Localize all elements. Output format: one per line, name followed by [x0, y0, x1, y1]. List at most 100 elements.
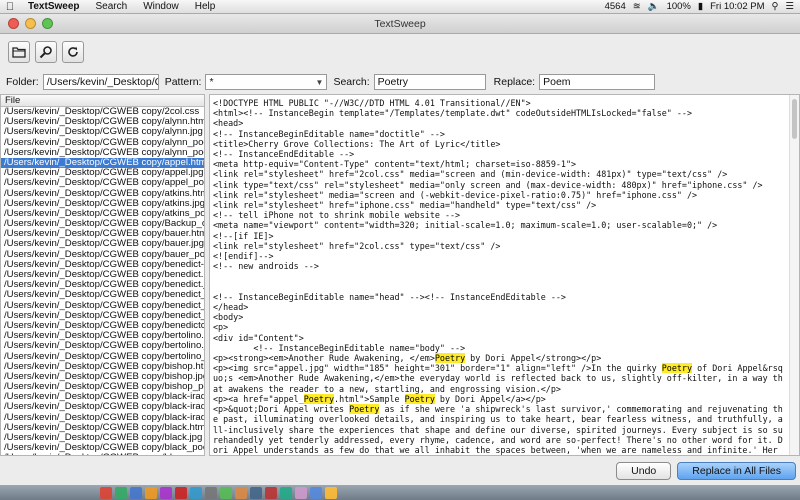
- code-line: <!-- new androids -->: [213, 261, 786, 271]
- file-list-item[interactable]: /Users/kevin/_Desktop/CGWEB copy/2col.cs…: [1, 107, 204, 117]
- file-list-item[interactable]: /Users/kevin/_Desktop/CGWEB copy/benedic…: [1, 280, 204, 290]
- search-field[interactable]: Poetry: [373, 74, 486, 90]
- file-list-item[interactable]: /Users/kevin/_Desktop/CGWEB copy/bauer.j…: [1, 239, 204, 249]
- folder-field[interactable]: /Users/kevin/_Desktop/CGW: [42, 74, 159, 90]
- file-list-item[interactable]: /Users/kevin/_Desktop/CGWEB copy/black-i…: [1, 413, 204, 423]
- code-line: <html><!-- InstanceBegin template="/Temp…: [213, 108, 786, 118]
- file-column-header[interactable]: File: [1, 95, 204, 107]
- search-button[interactable]: [35, 41, 57, 63]
- code-line: <!DOCTYPE HTML PUBLIC "-//W3C//DTD HTML …: [213, 98, 786, 108]
- code-text: <p>: [213, 322, 229, 333]
- file-list-item[interactable]: /Users/kevin/_Desktop/CGWEB copy/bauer_p…: [1, 250, 204, 260]
- file-list-item[interactable]: /Users/kevin/_Desktop/CGWEB copy/bertoli…: [1, 352, 204, 362]
- code-text: <!DOCTYPE HTML PUBLIC "-//W3C//DTD HTML …: [213, 98, 531, 108]
- file-list-item[interactable]: /Users/kevin/_Desktop/CGWEB copy/alynn.h…: [1, 117, 204, 127]
- file-list-item[interactable]: /Users/kevin/_Desktop/CGWEB copy/benedic…: [1, 301, 204, 311]
- file-list-item[interactable]: /Users/kevin/_Desktop/CGWEB copy/black-i…: [1, 402, 204, 412]
- code-line: <head>: [213, 118, 786, 128]
- refresh-button[interactable]: [62, 41, 84, 63]
- dock-app-icon[interactable]: [295, 486, 307, 499]
- file-list-item[interactable]: /Users/kevin/_Desktop/CGWEB copy/alynn_p…: [1, 138, 204, 148]
- file-list-item[interactable]: /Users/kevin/_Desktop/CGWEB copy/bishop.…: [1, 372, 204, 382]
- code-text: <!--[if IE]>: [213, 230, 274, 241]
- dock-app-icon[interactable]: [235, 486, 247, 499]
- file-list-item[interactable]: /Users/kevin/_Desktop/CGWEB copy/alynn_p…: [1, 148, 204, 158]
- folder-label: Folder:: [6, 76, 39, 88]
- search-match-highlight: Poetry: [303, 393, 335, 404]
- volume-icon[interactable]: 🔈: [648, 1, 660, 12]
- file-list-item[interactable]: /Users/kevin/_Desktop/CGWEB copy/alynn.j…: [1, 127, 204, 137]
- file-list-item[interactable]: /Users/kevin/_Desktop/CGWEB copy/benedic…: [1, 270, 204, 280]
- open-folder-button[interactable]: [8, 41, 30, 63]
- file-list-item[interactable]: /Users/kevin/_Desktop/CGWEB copy/bertoli…: [1, 341, 204, 351]
- notification-icon[interactable]: ☰: [785, 1, 794, 12]
- file-list-item[interactable]: /Users/kevin/_Desktop/CGWEB copy/bishop.…: [1, 362, 204, 372]
- menu-search[interactable]: Search: [88, 1, 136, 12]
- file-list-item[interactable]: /Users/kevin/_Desktop/CGWEB copy/appel.h…: [1, 157, 204, 169]
- code-line: <p><strong><em>Another Rude Awakening, <…: [213, 353, 786, 364]
- file-list-item[interactable]: /Users/kevin/_Desktop/CGWEB copy/black.j…: [1, 433, 204, 443]
- file-list-item[interactable]: /Users/kevin/_Desktop/CGWEB copy/appel.j…: [1, 168, 204, 178]
- file-list-item[interactable]: /Users/kevin/_Desktop/CGWEB copy/atkins_…: [1, 209, 204, 219]
- file-list[interactable]: /Users/kevin/_Desktop/CGWEB copy/2col.cs…: [1, 107, 204, 455]
- file-list-item[interactable]: /Users/kevin/_Desktop/CGWEB copy/atkins.…: [1, 189, 204, 199]
- code-view[interactable]: <!DOCTYPE HTML PUBLIC "-//W3C//DTD HTML …: [210, 95, 789, 455]
- action-bar: Undo Replace in All Files: [0, 456, 800, 485]
- dock-app-icon[interactable]: [130, 486, 142, 499]
- file-list-item[interactable]: /Users/kevin/_Desktop/CGWEB copy/benedic…: [1, 290, 204, 300]
- file-list-item[interactable]: /Users/kevin/_Desktop/CGWEB copy/benedic…: [1, 260, 204, 270]
- apple-menu-icon[interactable]: : [0, 1, 20, 13]
- minimize-window-button[interactable]: [25, 18, 36, 29]
- dock-app-icon[interactable]: [325, 486, 337, 499]
- zoom-window-button[interactable]: [42, 18, 53, 29]
- code-scrollbar[interactable]: [789, 95, 799, 455]
- code-line: <link rel="stylesheet" href="iphone.css"…: [213, 200, 786, 210]
- replace-field[interactable]: Poem: [539, 74, 656, 90]
- dock-app-icon[interactable]: [100, 486, 112, 499]
- battery-percent[interactable]: 100%: [667, 1, 691, 12]
- title-bar[interactable]: TextSweep: [0, 14, 800, 34]
- file-list-item[interactable]: /Users/kevin/_Desktop/CGWEB copy/bauer.h…: [1, 229, 204, 239]
- dock-app-icon[interactable]: [310, 486, 322, 499]
- file-list-item[interactable]: /Users/kevin/_Desktop/CGWEB copy/bertoli…: [1, 331, 204, 341]
- menu-app[interactable]: TextSweep: [20, 1, 88, 12]
- file-list-item[interactable]: /Users/kevin/_Desktop/CGWEB copy/benedic…: [1, 321, 204, 331]
- file-list-item[interactable]: /Users/kevin/_Desktop/CGWEB copy/black.h…: [1, 423, 204, 433]
- dock-app-icon[interactable]: [190, 486, 202, 499]
- code-line: <meta http-equiv="Content-Type" content=…: [213, 159, 786, 169]
- file-list-item[interactable]: /Users/kevin/_Desktop/CGWEB copy/bishop_…: [1, 382, 204, 392]
- undo-button[interactable]: Undo: [616, 461, 672, 480]
- replace-all-button[interactable]: Replace in All Files: [677, 461, 796, 480]
- file-list-item[interactable]: /Users/kevin/_Desktop/CGWEB copy/blauner…: [1, 453, 204, 455]
- file-list-item[interactable]: /Users/kevin/_Desktop/CGWEB copy/benedic…: [1, 311, 204, 321]
- file-list-item[interactable]: /Users/kevin/_Desktop/CGWEB copy/atkins.…: [1, 199, 204, 209]
- code-text: <head>: [213, 118, 244, 129]
- spotlight-icon[interactable]: ⚲: [772, 1, 779, 12]
- code-pane: <!DOCTYPE HTML PUBLIC "-//W3C//DTD HTML …: [209, 94, 800, 456]
- wifi-icon[interactable]: ≊: [633, 1, 641, 12]
- file-list-item[interactable]: /Users/kevin/_Desktop/CGWEB copy/appel_p…: [1, 178, 204, 188]
- battery-count: 4564: [604, 1, 626, 12]
- close-window-button[interactable]: [8, 18, 19, 29]
- dock-app-icon[interactable]: [145, 486, 157, 499]
- file-list-item[interactable]: /Users/kevin/_Desktop/CGWEB copy/black-i…: [1, 392, 204, 402]
- dock-app-icon[interactable]: [280, 486, 292, 499]
- menu-window[interactable]: Window: [135, 1, 187, 12]
- dock-app-icon[interactable]: [220, 486, 232, 499]
- code-line: <link rel="stylesheet" href="2col.css" t…: [213, 241, 786, 251]
- code-line: <p>&quot;Dori Appel writes Poetry as if …: [213, 404, 786, 455]
- dock-app-icon[interactable]: [205, 486, 217, 499]
- menu-help[interactable]: Help: [187, 1, 224, 12]
- dock-app-icon[interactable]: [175, 486, 187, 499]
- dock-app-icon[interactable]: [265, 486, 277, 499]
- scrollbar-thumb[interactable]: [792, 99, 797, 139]
- code-text: <!-- InstanceBeginEditable name="head" -…: [213, 291, 566, 302]
- clock[interactable]: Fri 10:02 PM: [710, 1, 764, 12]
- file-list-item[interactable]: /Users/kevin/_Desktop/CGWEB copy/Backup_…: [1, 219, 204, 229]
- dock-app-icon[interactable]: [160, 486, 172, 499]
- dock-app-icon[interactable]: [115, 486, 127, 499]
- dock-app-icon[interactable]: [250, 486, 262, 499]
- pattern-select[interactable]: * ▼: [205, 74, 328, 90]
- battery-icon[interactable]: ▮: [698, 1, 703, 12]
- file-list-item[interactable]: /Users/kevin/_Desktop/CGWEB copy/black_p…: [1, 443, 204, 453]
